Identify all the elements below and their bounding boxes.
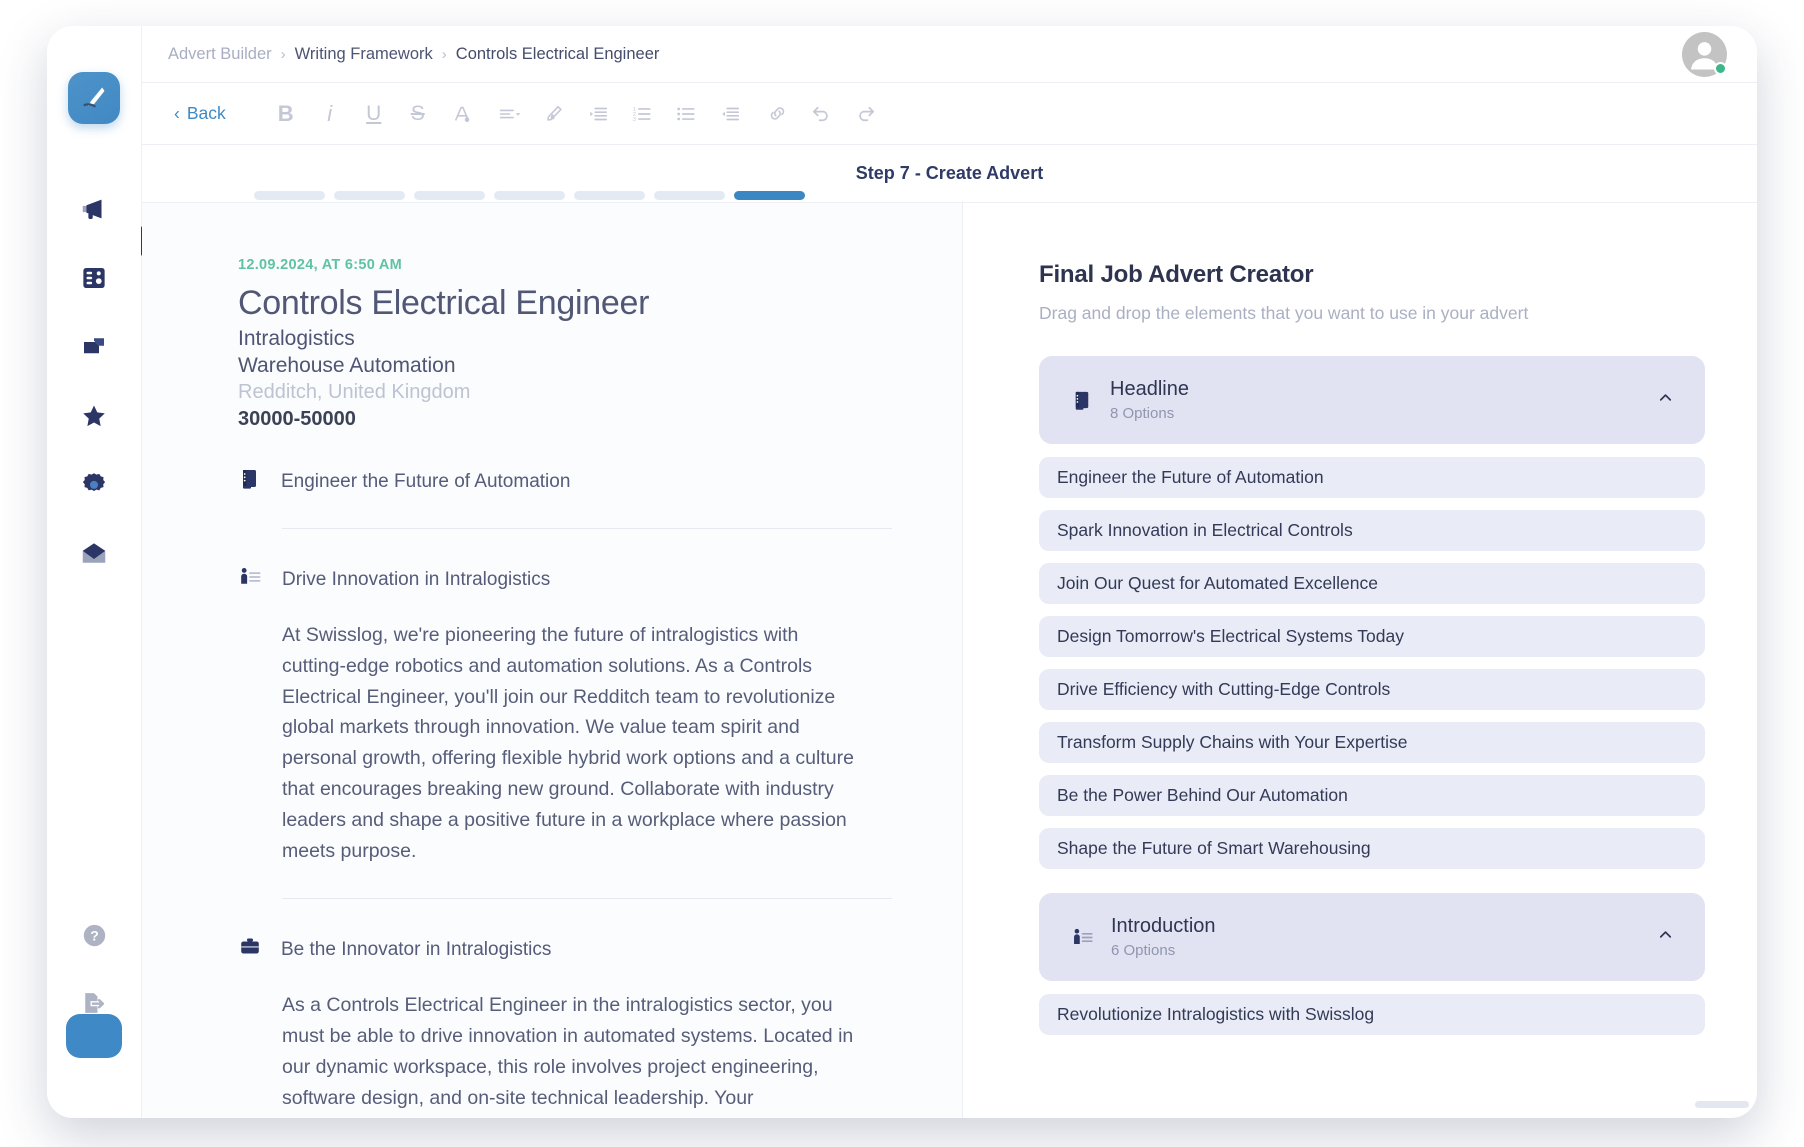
section-divider [282,898,892,900]
main-area: Advert Builder › Writing Framework › Con… [142,26,1757,1118]
briefcase-icon [238,935,262,964]
step-segment-1 [254,191,325,200]
step-title: Step 7 - Create Advert [855,163,1044,183]
document-department: Warehouse Automation [238,354,456,377]
sidebar-bottom-nav: ? [47,912,141,1058]
person-list-icon [238,565,263,594]
sidebar-primary-action-button[interactable] [66,1014,122,1058]
sidebar-item-library[interactable] [71,255,117,301]
content-split: 12.09.2024, AT 6:50 AM Controls Electric… [142,203,1757,1118]
option-item[interactable]: Join Our Quest for Automated Excellence [1039,563,1705,604]
bullet-list-button[interactable] [666,94,706,134]
sidebar: ? [47,26,145,1118]
option-item[interactable]: Be the Power Behind Our Automation [1039,775,1705,816]
chevron-right-icon: › [441,45,447,63]
back-button-label: Back [186,103,226,123]
step-segment-2 [334,191,405,200]
svg-text:?: ? [90,927,99,943]
align-dropdown-button[interactable] [490,94,530,134]
advert-creator-panel: Final Job Advert Creator Drag and drop t… [963,203,1757,1118]
step-segment-4 [494,191,565,200]
chevron-up-icon[interactable] [1656,388,1675,412]
document-preview: 12.09.2024, AT 6:50 AM Controls Electric… [142,203,963,1118]
document-division: Intralogistics [238,327,355,350]
section-divider [282,528,892,529]
group-header-headline[interactable]: Headline 8 Options [1039,356,1705,444]
option-item[interactable]: Drive Efficiency with Cutting-Edge Contr… [1039,669,1705,710]
group-name: Headline [1110,378,1189,400]
italic-button[interactable]: i [310,94,350,134]
option-item[interactable]: Spark Innovation in Electrical Controls [1039,510,1705,551]
editor-toolbar: ‹ Back B i U S 1 2 3 [142,83,1757,145]
breadcrumb-item-3: Controls Electrical Engineer [455,44,660,63]
bold-button[interactable]: B [266,94,306,134]
page-title: Controls Electrical Engineer [238,284,650,322]
sidebar-nav [71,186,117,577]
option-item[interactable]: Shape the Future of Smart Warehousing [1039,828,1705,869]
indent-increase-button[interactable] [578,94,618,134]
step-segment-5 [574,191,645,200]
app-window: ? Advert Builder › Writing Framework › C… [47,26,1757,1118]
group-name: Introduction [1111,915,1216,937]
step-segment-7 [734,191,805,200]
step-segment-6 [654,191,725,200]
redo-button[interactable] [846,94,886,134]
chevron-left-icon: ‹ [174,103,180,123]
breadcrumb-item-2[interactable]: Writing Framework [295,45,433,64]
breadcrumb-item-1[interactable]: Advert Builder [168,45,272,64]
step-segment-3 [414,191,485,200]
document-section-title: Be the Innovator in Intralogistics [281,938,552,960]
undo-button[interactable] [802,94,842,134]
sidebar-item-campaigns[interactable] [71,186,117,232]
document-salary: 30000-50000 [238,408,356,430]
chevron-up-icon[interactable] [1656,925,1675,949]
pen-logo-icon[interactable] [68,72,120,124]
chevron-right-icon: › [280,45,286,63]
underline-button[interactable]: U [354,94,394,134]
step-progress [254,191,805,200]
document-location: Redditch, United Kingdom [238,381,471,403]
topbar: Advert Builder › Writing Framework › Con… [142,26,1757,83]
document-section-body: At Swisslog, we're pioneering the future… [282,624,854,862]
panel-title: Final Job Advert Creator [1039,261,1314,288]
group-option-count: 8 Options [1110,405,1175,422]
back-button[interactable]: ‹ Back [164,99,236,128]
document-date: 12.09.2024, AT 6:50 AM [238,257,403,273]
panel-subtitle: Drag and drop the elements that you want… [1039,303,1529,323]
sidebar-item-help[interactable]: ? [71,912,117,958]
sidebar-item-favourites[interactable] [71,393,117,439]
link-button[interactable] [758,94,798,134]
indent-decrease-button[interactable] [710,94,750,134]
group-header-introduction[interactable]: Introduction 6 Options [1039,893,1705,981]
option-item[interactable]: Revolutionize Intralogistics with Swissl… [1039,994,1705,1035]
document-section-introduction: Drive Innovation in Intralogistics At Sw… [238,565,892,900]
options-list-introduction: Revolutionize Intralogistics with Swissl… [1039,994,1705,1035]
sidebar-item-settings[interactable] [71,462,117,508]
document-section-body: As a Controls Electrical Engineer in the… [282,994,854,1118]
highlighter-button[interactable] [534,94,574,134]
ordered-list-button[interactable]: 1 2 3 [622,94,662,134]
avatar[interactable] [1682,31,1727,77]
options-list-headline: Engineer the Future of Automation Spark … [1039,457,1705,869]
sidebar-item-inbox[interactable] [71,531,117,577]
document-section-title: Drive Innovation in Intralogistics [282,568,551,590]
svg-text:3: 3 [633,116,636,122]
status-badge [1714,61,1727,75]
text-color-button[interactable] [442,94,482,134]
scrollbar[interactable] [1695,1101,1749,1108]
strikethrough-button[interactable]: S [398,94,438,134]
document-section-title: Engineer the Future of Automation [281,470,571,492]
book-icon [1071,389,1094,412]
option-item[interactable]: Engineer the Future of Automation [1039,457,1705,498]
document-section-role: Be the Innovator in Intralogistics As a … [238,935,858,1118]
person-list-icon [1071,926,1095,949]
document-section-headline: Engineer the Future of Automation [238,467,892,529]
breadcrumb: Advert Builder › Writing Framework › Con… [168,45,659,64]
option-item[interactable]: Transform Supply Chains with Your Expert… [1039,722,1705,763]
group-option-count: 6 Options [1111,942,1176,959]
step-header: Step 7 - Create Advert [142,145,1757,203]
book-icon [238,467,262,496]
sidebar-item-templates[interactable] [71,324,117,370]
option-item[interactable]: Design Tomorrow's Electrical Systems Tod… [1039,616,1705,657]
